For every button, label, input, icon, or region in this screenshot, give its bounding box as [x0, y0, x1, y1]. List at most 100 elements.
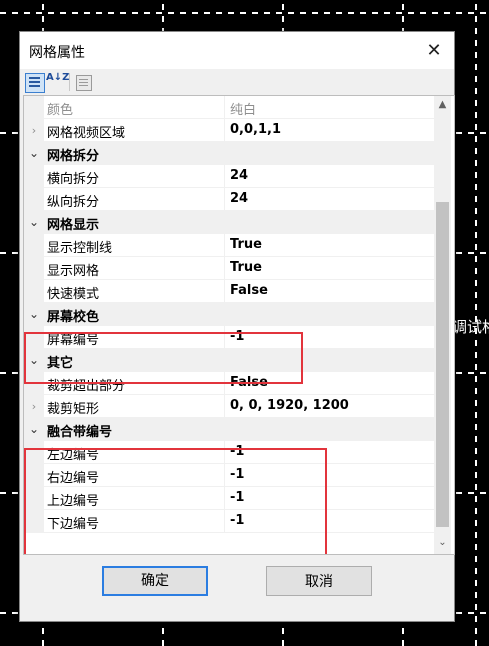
property-row[interactable]: 裁剪超出部分 False: [24, 372, 434, 395]
row-gutter: [24, 464, 44, 487]
property-name: 颜色: [47, 103, 74, 118]
property-name: 上边编号: [47, 494, 100, 509]
row-gutter: [24, 441, 44, 464]
property-value[interactable]: 24: [230, 168, 248, 183]
row-gutter: [24, 165, 44, 188]
expand-icon[interactable]: ›: [24, 119, 44, 142]
category-label: 其它: [47, 356, 74, 371]
property-value[interactable]: True: [230, 237, 262, 252]
property-value[interactable]: False: [230, 375, 268, 390]
column-divider: [224, 464, 225, 487]
row-gutter: [24, 372, 44, 395]
row-gutter: [24, 257, 44, 280]
property-row[interactable]: 屏幕编号 -1: [24, 326, 434, 349]
property-row[interactable]: 右边编号 -1: [24, 464, 434, 487]
property-row[interactable]: 左边编号 -1: [24, 441, 434, 464]
column-divider: [224, 441, 225, 464]
row-gutter: [24, 234, 44, 257]
vertical-scrollbar[interactable]: ▲ ⌄: [434, 96, 451, 554]
property-name: 网格视频区域: [47, 126, 126, 141]
column-divider: [224, 372, 225, 395]
expand-icon[interactable]: ›: [24, 395, 44, 418]
row-gutter: [24, 188, 44, 211]
property-row[interactable]: 下边编号 -1: [24, 510, 434, 533]
row-gutter: [24, 487, 44, 510]
row-gutter: [24, 326, 44, 349]
row-gutter: [24, 510, 44, 533]
property-value[interactable]: False: [230, 283, 268, 298]
column-divider: [224, 395, 225, 418]
category-row[interactable]: ⌄ 其它: [24, 349, 434, 372]
row-gutter: [24, 280, 44, 303]
column-divider: [224, 257, 225, 280]
property-row[interactable]: 快速模式 False: [24, 280, 434, 303]
property-value[interactable]: -1: [230, 329, 244, 344]
collapse-icon[interactable]: ⌄: [24, 418, 44, 441]
property-value[interactable]: -1: [230, 444, 244, 459]
property-grid[interactable]: 颜色 纯白 › 网格视频区域 0,0,1,1 ⌄ 网格拆分 横向拆分 24 纵向拆分 24 ⌄ 网格显示…: [23, 95, 455, 555]
category-row[interactable]: ⌄ 屏幕校色: [24, 303, 434, 326]
grid-properties-dialog: 网格属性 ✕ A↓Z 颜色 纯白 › 网格视频区域 0,0,1,1 ⌄ 网格拆分 横向拆分 24…: [19, 31, 455, 622]
property-name: 显示控制线: [47, 241, 113, 256]
column-divider: [224, 188, 225, 211]
property-row[interactable]: 颜色 纯白: [24, 96, 434, 119]
property-name: 左边编号: [47, 448, 100, 463]
toolbar-divider: [69, 73, 70, 91]
property-name: 裁剪矩形: [47, 402, 100, 417]
column-divider: [224, 510, 225, 533]
collapse-icon[interactable]: ⌄: [24, 142, 44, 165]
property-row[interactable]: › 网格视频区域 0,0,1,1: [24, 119, 434, 142]
cancel-button[interactable]: 取消: [266, 566, 372, 596]
property-value[interactable]: 0, 0, 1920, 1200: [230, 398, 349, 413]
property-name: 显示网格: [47, 264, 100, 279]
sort-alphabetical-icon[interactable]: A↓Z: [46, 73, 69, 91]
scroll-up-icon[interactable]: ▲: [434, 96, 451, 113]
property-row[interactable]: 横向拆分 24: [24, 165, 434, 188]
property-name: 屏幕编号: [47, 333, 100, 348]
background-text: 调试格: [452, 318, 489, 336]
category-row[interactable]: ⌄ 网格拆分: [24, 142, 434, 165]
collapse-icon[interactable]: ⌄: [24, 349, 44, 372]
close-icon[interactable]: ✕: [424, 40, 444, 61]
category-label: 网格拆分: [47, 149, 100, 164]
property-value[interactable]: 纯白: [230, 99, 256, 118]
categorized-view-icon[interactable]: [25, 73, 45, 93]
collapse-icon[interactable]: ⌄: [24, 303, 44, 326]
property-toolbar: A↓Z: [20, 69, 454, 95]
category-row[interactable]: ⌄ 网格显示: [24, 211, 434, 234]
scroll-thumb[interactable]: [436, 202, 449, 527]
property-name: 裁剪超出部分: [47, 379, 126, 394]
property-row[interactable]: 上边编号 -1: [24, 487, 434, 510]
title-bar: 网格属性 ✕: [20, 32, 454, 69]
category-label: 屏幕校色: [47, 310, 100, 325]
property-value[interactable]: True: [230, 260, 262, 275]
ok-button[interactable]: 确定: [102, 566, 208, 596]
property-value[interactable]: 24: [230, 191, 248, 206]
category-label: 网格显示: [47, 218, 100, 233]
property-value[interactable]: -1: [230, 513, 244, 528]
property-name: 快速模式: [47, 287, 100, 302]
column-divider: [224, 234, 225, 257]
column-divider: [224, 96, 225, 119]
column-divider: [224, 280, 225, 303]
category-row[interactable]: ⌄ 融合带编号: [24, 418, 434, 441]
property-row[interactable]: › 裁剪矩形 0, 0, 1920, 1200: [24, 395, 434, 418]
column-divider: [224, 119, 225, 142]
scroll-down-icon[interactable]: ⌄: [434, 534, 451, 551]
property-name: 横向拆分: [47, 172, 100, 187]
collapse-icon[interactable]: ⌄: [24, 211, 44, 234]
property-pages-icon[interactable]: [76, 75, 92, 91]
property-row[interactable]: 纵向拆分 24: [24, 188, 434, 211]
property-row[interactable]: 显示网格 True: [24, 257, 434, 280]
category-label: 融合带编号: [47, 425, 113, 440]
row-gutter: [24, 96, 44, 119]
property-value[interactable]: 0,0,1,1: [230, 122, 281, 137]
property-name: 纵向拆分: [47, 195, 100, 210]
property-value[interactable]: -1: [230, 467, 244, 482]
column-divider: [224, 326, 225, 349]
property-value[interactable]: -1: [230, 490, 244, 505]
property-name: 下边编号: [47, 517, 100, 532]
property-row[interactable]: 显示控制线 True: [24, 234, 434, 257]
column-divider: [224, 165, 225, 188]
column-divider: [224, 487, 225, 510]
